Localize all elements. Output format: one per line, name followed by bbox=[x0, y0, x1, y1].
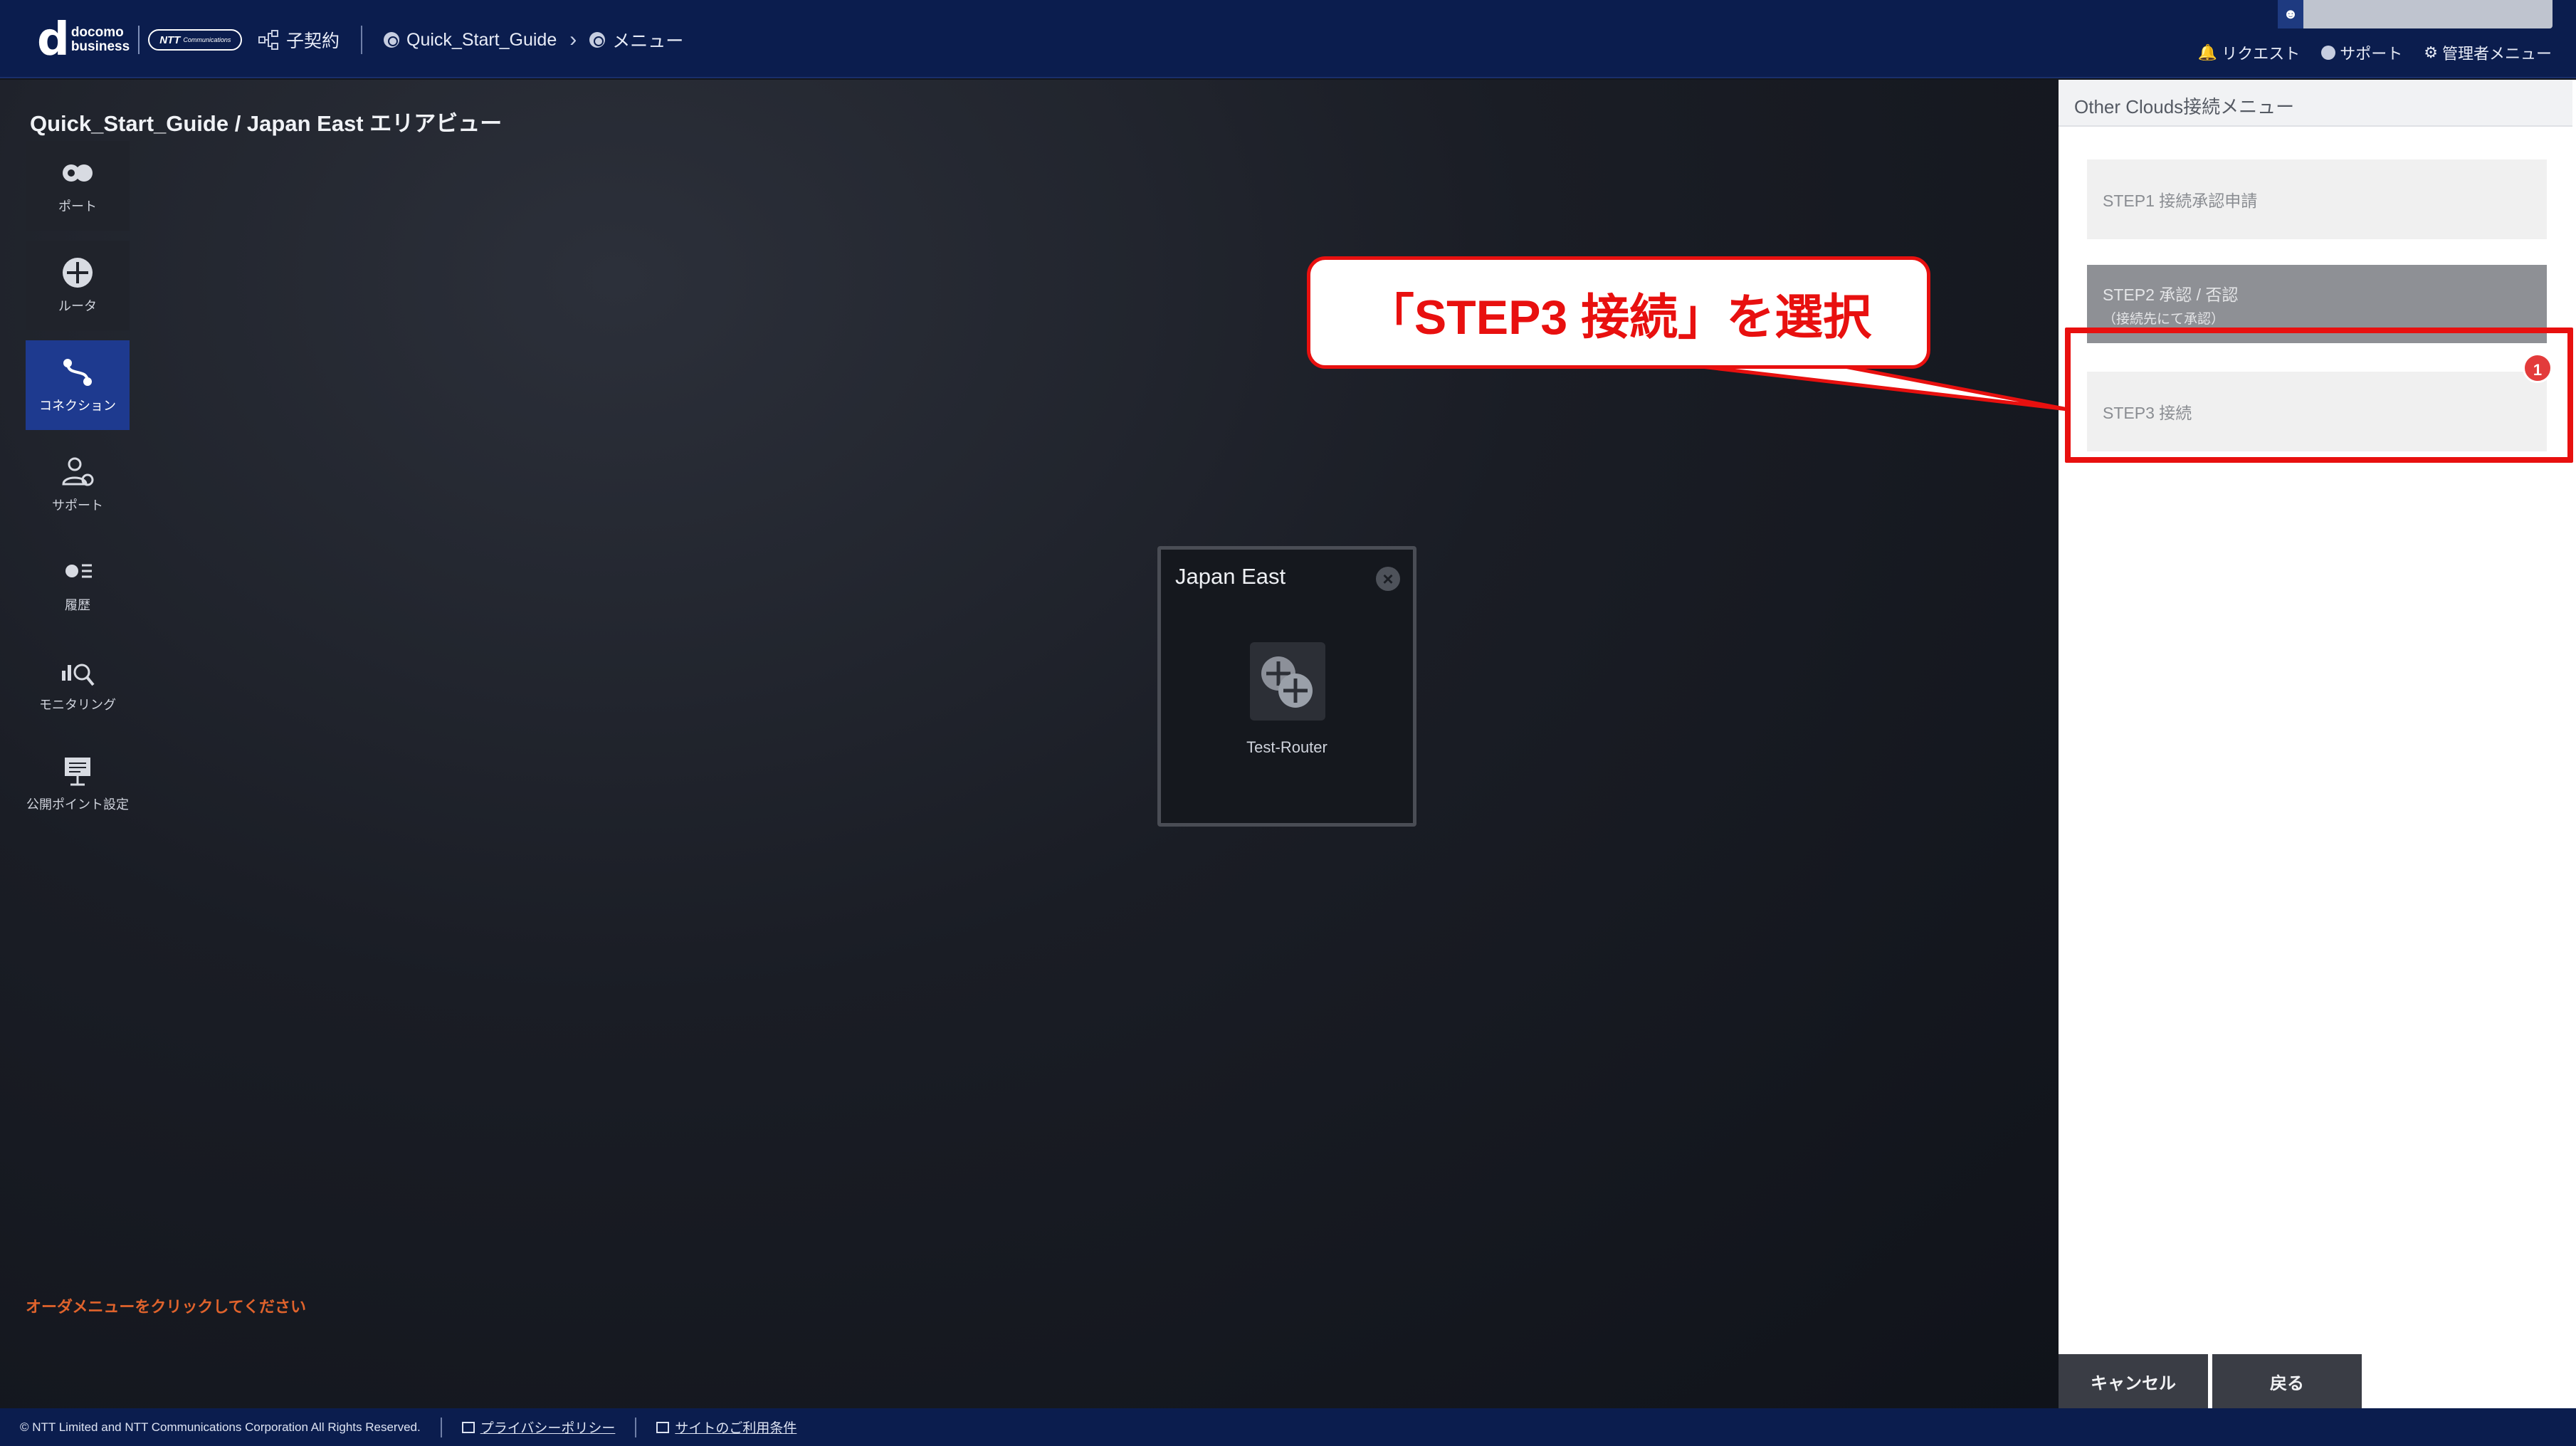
step-number-badge: 1 bbox=[2523, 353, 2553, 383]
panel-buttons: キャンセル 戻る bbox=[2059, 1354, 2362, 1408]
cancel-button[interactable]: キャンセル bbox=[2059, 1354, 2208, 1408]
copyright-text: © NTT Limited and NTT Communications Cor… bbox=[20, 1420, 421, 1434]
support-label: サポート bbox=[2340, 45, 2403, 63]
monitoring-icon bbox=[62, 664, 95, 686]
region-title: Japan East bbox=[1175, 564, 1286, 589]
terms-label: サイトのご利用条件 bbox=[675, 1421, 797, 1436]
help-icon bbox=[2321, 46, 2336, 60]
router-node[interactable] bbox=[1250, 642, 1325, 721]
nav-item-support-label: サポート bbox=[52, 498, 103, 513]
back-button[interactable]: 戻る bbox=[2212, 1354, 2362, 1408]
logo-word-business: business bbox=[70, 39, 130, 54]
instruction-callout: 「STEP3 接続」を選択 bbox=[1307, 256, 1930, 369]
logo-words: docomo business bbox=[71, 26, 130, 54]
panel-title: Other Clouds接続メニュー bbox=[2059, 80, 2572, 127]
nav-item-monitoring-label: モニタリング bbox=[39, 698, 116, 712]
side-nav: ポート ルータ コネクション サポート 履歴 モニタリング 公開ポイント設定 bbox=[26, 141, 130, 839]
footer-divider bbox=[635, 1417, 637, 1437]
breadcrumb-contract[interactable]: 子契約 bbox=[258, 27, 340, 53]
nav-item-port-label: ポート bbox=[58, 199, 97, 214]
breadcrumb-tenant-label: Quick_Start_Guide bbox=[406, 29, 557, 50]
ntt-communications-logo: NTT Communications bbox=[148, 29, 243, 51]
close-icon[interactable]: × bbox=[1376, 567, 1400, 591]
globe-icon bbox=[384, 32, 400, 48]
order-instruction-message: オーダメニューをクリックしてください bbox=[26, 1298, 307, 1316]
port-icon bbox=[63, 164, 93, 182]
page-title: Quick_Start_Guide / Japan East エリアビュー bbox=[30, 111, 503, 136]
step2-label: STEP2 承認 / 否認 bbox=[2103, 285, 2239, 304]
nav-item-history[interactable]: 履歴 bbox=[26, 540, 130, 629]
public-point-icon bbox=[65, 758, 90, 786]
breadcrumb-tenant[interactable]: Quick_Start_Guide bbox=[384, 30, 557, 51]
nav-item-port[interactable]: ポート bbox=[26, 141, 130, 231]
breadcrumb-contract-label: 子契約 bbox=[286, 31, 340, 51]
nav-item-connection-label: コネクション bbox=[39, 399, 116, 413]
external-link-icon bbox=[656, 1421, 670, 1433]
external-link-icon bbox=[461, 1421, 475, 1433]
ntt-logo-small-text: Communications bbox=[183, 36, 231, 43]
step2-sublabel: （接続先にて承認） bbox=[2103, 311, 2225, 327]
router-icon bbox=[63, 258, 93, 288]
history-icon bbox=[65, 564, 92, 578]
other-clouds-connection-panel: Other Clouds接続メニュー STEP1 接続承認申請 STEP2 承認… bbox=[2059, 80, 2576, 1408]
support-icon bbox=[62, 457, 94, 486]
bell-icon: 🔔 bbox=[2197, 43, 2218, 61]
terms-link[interactable]: サイトのご利用条件 bbox=[656, 1418, 797, 1437]
nav-item-router-label: ルータ bbox=[58, 299, 97, 313]
nav-item-public-point[interactable]: 公開ポイント設定 bbox=[26, 739, 130, 829]
privacy-policy-label: プライバシーポリシー bbox=[480, 1421, 616, 1436]
logo-word-docomo: docomo bbox=[70, 25, 124, 40]
docomo-business-logo[interactable]: d docomo business NTT Communications bbox=[37, 14, 243, 66]
nav-item-monitoring[interactable]: モニタリング bbox=[26, 639, 130, 729]
header-links: 🔔 リクエスト サポート ⚙ 管理者メニュー bbox=[2198, 41, 2552, 64]
footer: © NTT Limited and NTT Communications Cor… bbox=[0, 1408, 2576, 1446]
breadcrumb-menu-label: メニュー bbox=[612, 31, 684, 51]
chevron-right-icon: › bbox=[569, 28, 577, 51]
nav-item-router[interactable]: ルータ bbox=[26, 241, 130, 330]
nav-item-support[interactable]: サポート bbox=[26, 440, 130, 530]
user-account-box[interactable]: ☻ bbox=[2278, 0, 2553, 28]
router-label: Test-Router bbox=[1246, 738, 1328, 756]
breadcrumb: 子契約 Quick_Start_Guide › メニュー bbox=[258, 26, 683, 54]
breadcrumb-menu[interactable]: メニュー bbox=[589, 27, 683, 53]
top-header: d docomo business NTT Communications 子契約 bbox=[0, 0, 2576, 78]
nav-item-connection[interactable]: コネクション bbox=[26, 340, 130, 430]
highlight-box bbox=[2065, 328, 2573, 463]
breadcrumb-divider bbox=[361, 26, 363, 54]
request-label: リクエスト bbox=[2222, 45, 2301, 63]
nav-item-public-point-label: 公開ポイント設定 bbox=[26, 797, 129, 812]
app-root: d docomo business NTT Communications 子契約 bbox=[0, 0, 2576, 1446]
privacy-policy-link[interactable]: プライバシーポリシー bbox=[461, 1418, 616, 1437]
tree-icon bbox=[258, 29, 279, 51]
connection-icon bbox=[63, 359, 92, 386]
region-card-japan-east[interactable]: Japan East × Test-Router bbox=[1157, 546, 1416, 827]
ntt-logo-text: NTT bbox=[159, 33, 181, 46]
support-link[interactable]: サポート bbox=[2321, 41, 2402, 64]
gear-icon: ⚙ bbox=[2424, 43, 2438, 61]
request-link[interactable]: 🔔 リクエスト bbox=[2198, 41, 2300, 64]
footer-divider bbox=[440, 1417, 442, 1437]
user-icon: ☻ bbox=[2278, 0, 2303, 28]
step1-request-button[interactable]: STEP1 接続承認申請 bbox=[2087, 159, 2547, 239]
globe-icon bbox=[589, 32, 606, 48]
router-icon bbox=[1261, 656, 1313, 708]
admin-menu-label: 管理者メニュー bbox=[2441, 45, 2552, 63]
nav-item-history-label: 履歴 bbox=[65, 598, 90, 612]
step1-label: STEP1 接続承認申請 bbox=[2103, 192, 2258, 210]
logo-d-mark: d bbox=[37, 14, 70, 66]
admin-menu-link[interactable]: ⚙ 管理者メニュー bbox=[2424, 41, 2552, 64]
logo-divider bbox=[138, 26, 140, 54]
